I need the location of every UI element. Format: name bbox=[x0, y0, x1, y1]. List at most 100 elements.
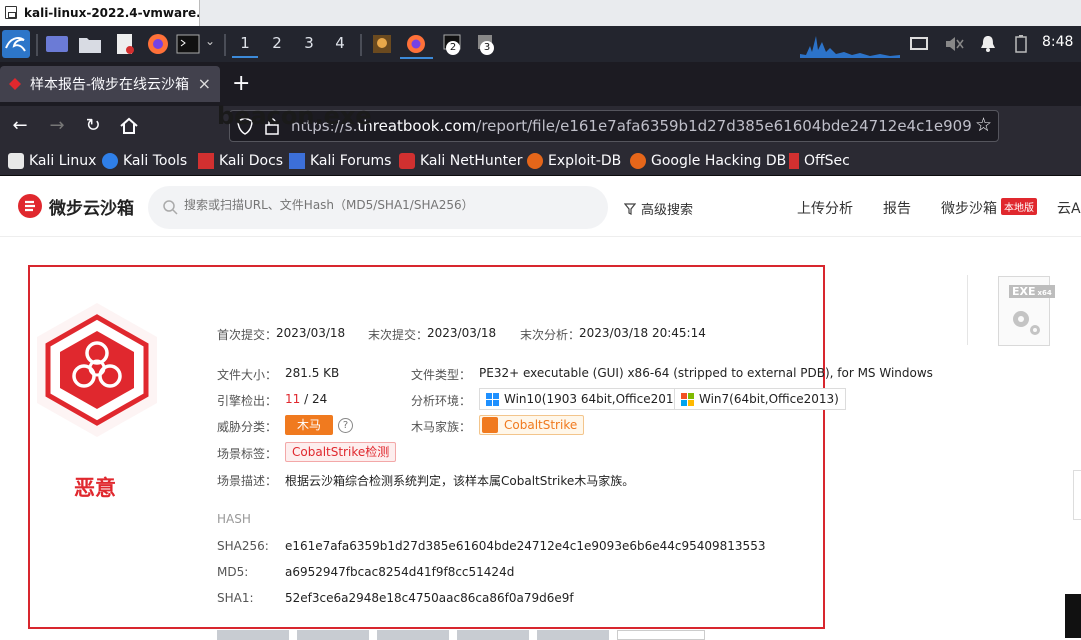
action-button[interactable] bbox=[537, 630, 609, 640]
workspace-1[interactable]: 1 bbox=[232, 32, 258, 58]
exploit-db-icon bbox=[527, 153, 543, 169]
kali-menu-icon[interactable] bbox=[2, 30, 30, 58]
env-win10-tab[interactable]: Win10(1903 64bit,Office2016) bbox=[479, 388, 693, 410]
bookmark-google-hacking-db[interactable]: Google Hacking DB bbox=[630, 151, 786, 171]
kali-forums-icon bbox=[289, 153, 305, 169]
firefox-window-icon[interactable] bbox=[405, 33, 427, 55]
action-button[interactable] bbox=[377, 630, 449, 640]
advanced-search-link[interactable]: 高级搜索 bbox=[624, 199, 693, 218]
navigation-toolbar: ← → ↻ https://s.threatbook.com/report/fi… bbox=[0, 106, 1081, 146]
detection-total: / 24 bbox=[300, 392, 328, 406]
action-button[interactable] bbox=[297, 630, 369, 640]
search-box[interactable] bbox=[148, 186, 608, 229]
show-desktop-icon[interactable] bbox=[45, 33, 69, 55]
home-icon[interactable] bbox=[117, 114, 141, 138]
scene-tag[interactable]: CobaltStrike检测 bbox=[285, 442, 397, 462]
new-tab-button[interactable]: + bbox=[232, 71, 250, 96]
back-arrow-icon[interactable]: ← bbox=[8, 114, 32, 138]
site-logo-text: 微步云沙箱 bbox=[49, 198, 134, 219]
bookmark-kali-linux[interactable]: Kali Linux bbox=[8, 151, 96, 171]
workspace-4[interactable]: 4 bbox=[327, 32, 353, 58]
display-icon[interactable] bbox=[910, 33, 928, 55]
detection-hits: 11 bbox=[285, 392, 301, 406]
nav-sandbox-label: 微步沙箱 bbox=[941, 201, 997, 217]
env-win7-tab[interactable]: Win7(64bit,Office2013) bbox=[674, 388, 846, 410]
panel-separator bbox=[360, 34, 362, 56]
nav-sandbox[interactable]: 微步沙箱 本地版 bbox=[941, 198, 1037, 218]
nav-report[interactable]: 报告 bbox=[883, 198, 911, 218]
url-text[interactable]: https://s.threatbook.com/report/file/e16… bbox=[291, 117, 971, 135]
action-button[interactable] bbox=[217, 630, 289, 640]
text-editor-icon[interactable] bbox=[113, 33, 137, 55]
terminal-icon[interactable] bbox=[176, 33, 200, 55]
trojan-family-icon bbox=[482, 417, 498, 433]
reload-icon[interactable]: ↻ bbox=[81, 114, 105, 138]
windows10-logo-icon bbox=[486, 393, 499, 406]
search-input[interactable] bbox=[184, 198, 584, 212]
close-tab-icon[interactable]: × bbox=[198, 74, 211, 93]
bookmark-star-icon[interactable]: ☆ bbox=[975, 114, 992, 136]
sha1-value[interactable]: 52ef3ce6a2948e18c4750aac86ca86f0a79d6e9f bbox=[285, 591, 574, 605]
nav-upload-analysis[interactable]: 上传分析 bbox=[797, 198, 853, 218]
last-submit-label: 末次提交： bbox=[368, 328, 429, 342]
panel-separator bbox=[224, 34, 226, 56]
bookmark-kali-nethunter[interactable]: Kali NetHunter bbox=[399, 151, 522, 171]
vm-tab[interactable]: kali-linux-2022.4-vmware... bbox=[0, 0, 200, 26]
last-submit-value: 2023/03/18 bbox=[427, 326, 497, 340]
nav-cloud-ai[interactable]: 云AI bbox=[1057, 198, 1081, 218]
hash-section-header: HASH bbox=[217, 512, 251, 526]
trojan-family-value: CobaltStrike bbox=[504, 418, 578, 432]
trojan-family-tag[interactable]: CobaltStrike bbox=[479, 415, 585, 435]
bookmark-offsec[interactable]: OffSec bbox=[789, 151, 850, 171]
action-button[interactable] bbox=[617, 630, 705, 640]
action-button[interactable] bbox=[457, 630, 529, 640]
url-domain: threatbook.com bbox=[357, 117, 477, 135]
file-manager-icon[interactable] bbox=[78, 33, 102, 55]
forward-arrow-icon[interactable]: → bbox=[45, 114, 69, 138]
app-window-icon[interactable] bbox=[372, 33, 392, 55]
bookmark-exploit-db[interactable]: Exploit-DB bbox=[527, 151, 621, 171]
browser-tab[interactable]: 样本报告-微步在线云沙箱 × bbox=[0, 66, 220, 102]
file-size-label: 文件大小： bbox=[217, 368, 278, 382]
file-type-label: 文件类型： bbox=[411, 368, 472, 382]
side-float-button[interactable] bbox=[1073, 470, 1081, 520]
scene-tag-label: 场景标签： bbox=[217, 447, 278, 461]
scene-desc-value: 根据云沙箱综合检测系统判定，该样本属CobaltStrike木马家族。 bbox=[285, 474, 635, 488]
threatbook-logo-icon bbox=[18, 194, 42, 218]
md5-value[interactable]: a6952947fbcac8254d41f9f8cc51424d bbox=[285, 565, 514, 579]
windows7-logo-icon bbox=[681, 393, 694, 406]
window-count-badge: 3 bbox=[480, 41, 494, 55]
bookmark-label: OffSec bbox=[804, 153, 850, 169]
notification-bell-icon[interactable] bbox=[979, 33, 997, 55]
offsec-icon bbox=[789, 153, 799, 169]
firefox-launcher-icon[interactable] bbox=[146, 33, 170, 55]
last-analysis-value: 2023/03/18 20:45:14 bbox=[579, 326, 706, 340]
browser-tabbar: 样本报告-微步在线云沙箱 × + bbox=[0, 62, 1081, 106]
bookmark-label: Kali Tools bbox=[123, 153, 188, 169]
sha256-value[interactable]: e161e7afa6359b1d27d385e61604bde24712e4c1… bbox=[285, 539, 765, 553]
help-icon[interactable]: ? bbox=[338, 418, 353, 433]
bookmark-kali-docs[interactable]: Kali Docs bbox=[198, 151, 283, 171]
battery-icon[interactable] bbox=[1014, 33, 1028, 55]
search-icon bbox=[163, 200, 178, 215]
sha1-label: SHA1: bbox=[217, 591, 254, 605]
clock[interactable]: 8:48 bbox=[1042, 34, 1073, 50]
threat-class-tag[interactable]: 木马 bbox=[285, 415, 334, 435]
tab-title: 样本报告-微步在线云沙箱 bbox=[30, 77, 190, 93]
vm-icon bbox=[5, 6, 17, 19]
bookmark-kali-tools[interactable]: Kali Tools bbox=[102, 151, 187, 171]
workspace-2[interactable]: 2 bbox=[264, 32, 290, 58]
workspace-3[interactable]: 3 bbox=[296, 32, 322, 58]
bookmark-kali-forums[interactable]: Kali Forums bbox=[289, 151, 391, 171]
vm-host-tabbar: kali-linux-2022.4-vmware... bbox=[0, 0, 1081, 26]
bookmark-label: Exploit-DB bbox=[548, 153, 622, 169]
vm-tab-title: kali-linux-2022.4-vmware... bbox=[24, 6, 200, 20]
bookmark-label: Kali Docs bbox=[219, 153, 284, 169]
site-logo[interactable]: 微步云沙箱 bbox=[17, 193, 134, 219]
filter-icon bbox=[624, 202, 636, 215]
first-submit-value: 2023/03/18 bbox=[276, 326, 346, 340]
chevron-down-icon[interactable]: ⌄ bbox=[205, 34, 215, 56]
last-analysis-label: 末次分析： bbox=[520, 328, 581, 342]
volume-muted-icon[interactable] bbox=[944, 33, 964, 55]
engine-detection-value[interactable]: 11 / 24 bbox=[285, 392, 327, 406]
